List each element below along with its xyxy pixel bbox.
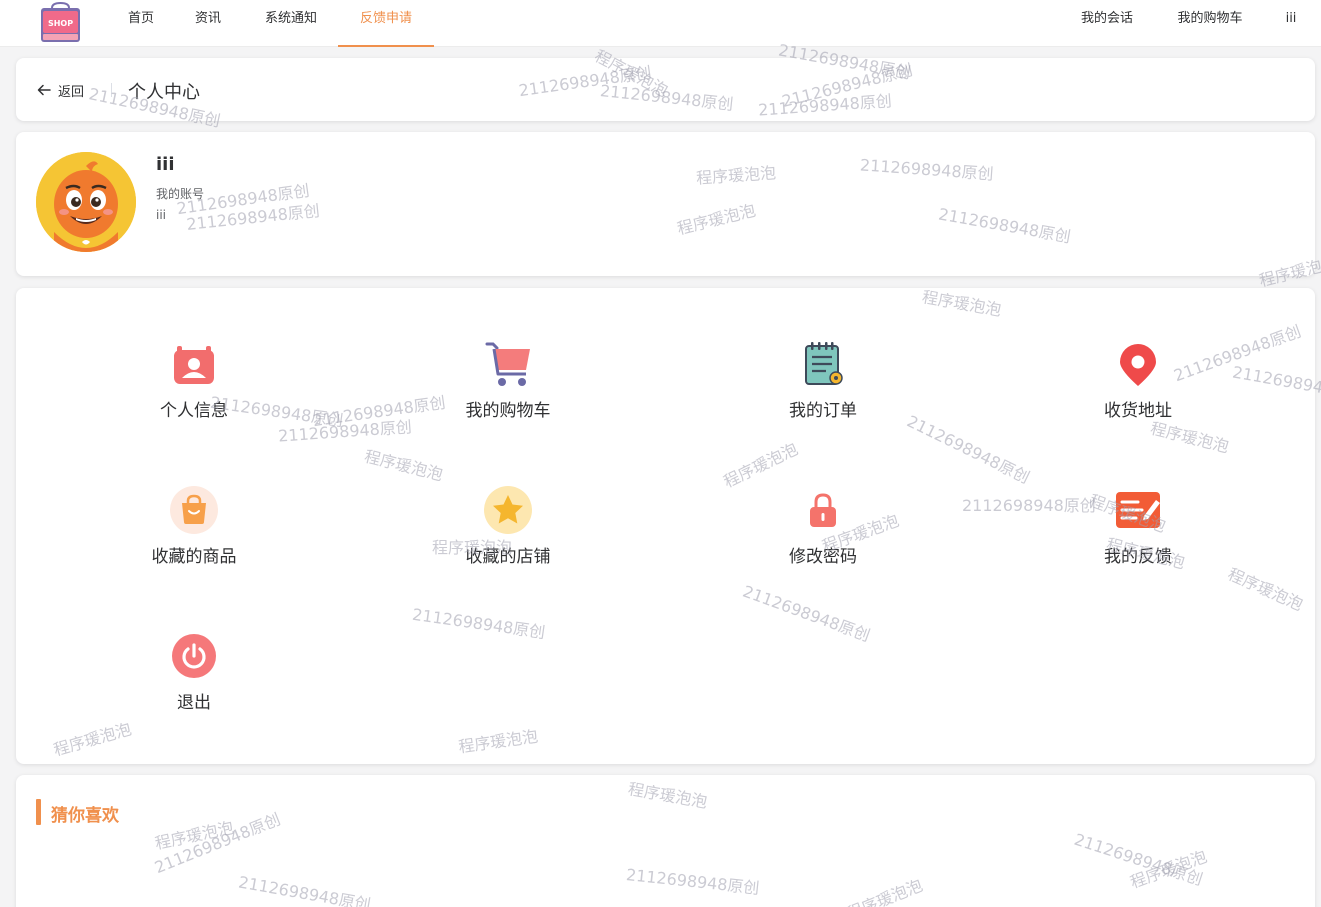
function-menu-card: 个人信息 我的购物车 我的订单 收货地址 收藏的商品 收藏的店铺 修改密码 我的… (16, 288, 1315, 764)
arrow-left-icon (37, 84, 51, 96)
menu-my-cart[interactable]: 我的购物车 (428, 340, 588, 430)
menu-my-feedback[interactable]: 我的反馈 (1058, 486, 1218, 576)
shopping-cart-icon (485, 342, 530, 386)
logo-text: SHOP (48, 19, 73, 28)
avatar[interactable] (36, 152, 136, 252)
nav-my-chat[interactable]: 我的会话 (1077, 0, 1137, 47)
star-icon (484, 486, 532, 534)
section-accent-bar (36, 799, 41, 825)
shopping-bag-icon (170, 486, 218, 534)
menu-shipping-address[interactable]: 收货地址 (1058, 340, 1218, 430)
top-nav-bar: SHOP 首页 资讯 系统通知 反馈申请 我的会话 我的购物车 iii (0, 0, 1321, 47)
page-title: 个人中心 (128, 82, 200, 103)
nav-news[interactable]: 资讯 (193, 0, 223, 47)
menu-change-password[interactable]: 修改密码 (743, 486, 903, 576)
recommend-card: 猜你喜欢 (16, 775, 1315, 907)
profile-card: iii 我的账号 iii (16, 132, 1315, 276)
menu-label: 我的订单 (789, 401, 857, 421)
section-title: 猜你喜欢 (51, 806, 119, 826)
menu-logout[interactable]: 退出 (114, 632, 274, 722)
menu-label: 我的反馈 (1104, 547, 1172, 567)
menu-personal-info[interactable]: 个人信息 (114, 340, 274, 430)
avatar-cartoon-icon (36, 152, 136, 252)
nav-home[interactable]: 首页 (126, 0, 156, 47)
back-button[interactable]: 返回 (36, 79, 84, 101)
account-value: iii (156, 208, 167, 222)
order-notepad-icon (805, 342, 843, 385)
menu-favorite-stores[interactable]: 收藏的店铺 (428, 486, 588, 576)
header-divider (111, 83, 112, 97)
nav-system-notice[interactable]: 系统通知 (262, 0, 320, 47)
menu-label: 个人信息 (160, 401, 228, 421)
nav-feedback-apply[interactable]: 反馈申请 (338, 0, 434, 47)
feedback-edit-icon (1116, 492, 1160, 528)
person-card-icon (174, 346, 214, 384)
lock-icon (810, 493, 836, 527)
menu-my-orders[interactable]: 我的订单 (743, 340, 903, 430)
shop-logo-icon[interactable]: SHOP (39, 2, 82, 43)
menu-label: 收藏的店铺 (465, 547, 551, 567)
account-label: 我的账号 (156, 187, 205, 201)
menu-label: 收藏的商品 (151, 547, 237, 567)
menu-label: 修改密码 (789, 547, 857, 567)
nav-user-menu[interactable]: iii (1281, 0, 1301, 47)
menu-favorite-products[interactable]: 收藏的商品 (114, 486, 274, 576)
menu-label: 我的购物车 (465, 401, 551, 421)
power-icon (172, 634, 216, 678)
page-header-card: 返回 个人中心 (16, 58, 1315, 121)
menu-label: 收货地址 (1104, 401, 1172, 421)
nav-my-cart[interactable]: 我的购物车 (1173, 0, 1247, 47)
back-label: 返回 (58, 84, 85, 100)
menu-label: 退出 (177, 693, 211, 713)
location-pin-icon (1120, 344, 1156, 386)
profile-username: iii (156, 154, 175, 175)
